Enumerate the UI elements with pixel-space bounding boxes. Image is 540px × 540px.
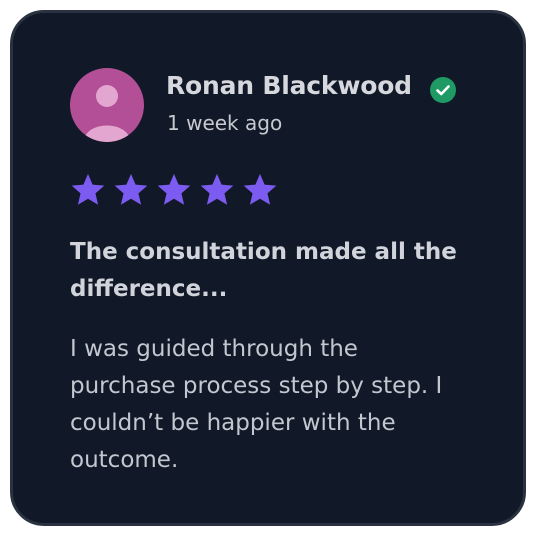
- avatar: [70, 68, 144, 142]
- review-time: 1 week ago: [167, 111, 283, 135]
- verified-check-icon: [430, 77, 456, 103]
- review-card: Ronan Blackwood 1 week ago The consultat…: [10, 10, 526, 526]
- user-avatar-icon: [84, 85, 130, 142]
- review-headline: The consultation made all the difference…: [70, 239, 457, 302]
- star-icon: [71, 173, 105, 205]
- star-icon: [200, 173, 234, 205]
- reviewer-name: Ronan Blackwood: [166, 71, 412, 100]
- review-body: I was guided through the purchase proces…: [70, 336, 443, 473]
- star-icon: [157, 173, 191, 205]
- star-icon: [114, 173, 148, 205]
- star-rating: [69, 171, 279, 209]
- star-icon: [243, 173, 277, 205]
